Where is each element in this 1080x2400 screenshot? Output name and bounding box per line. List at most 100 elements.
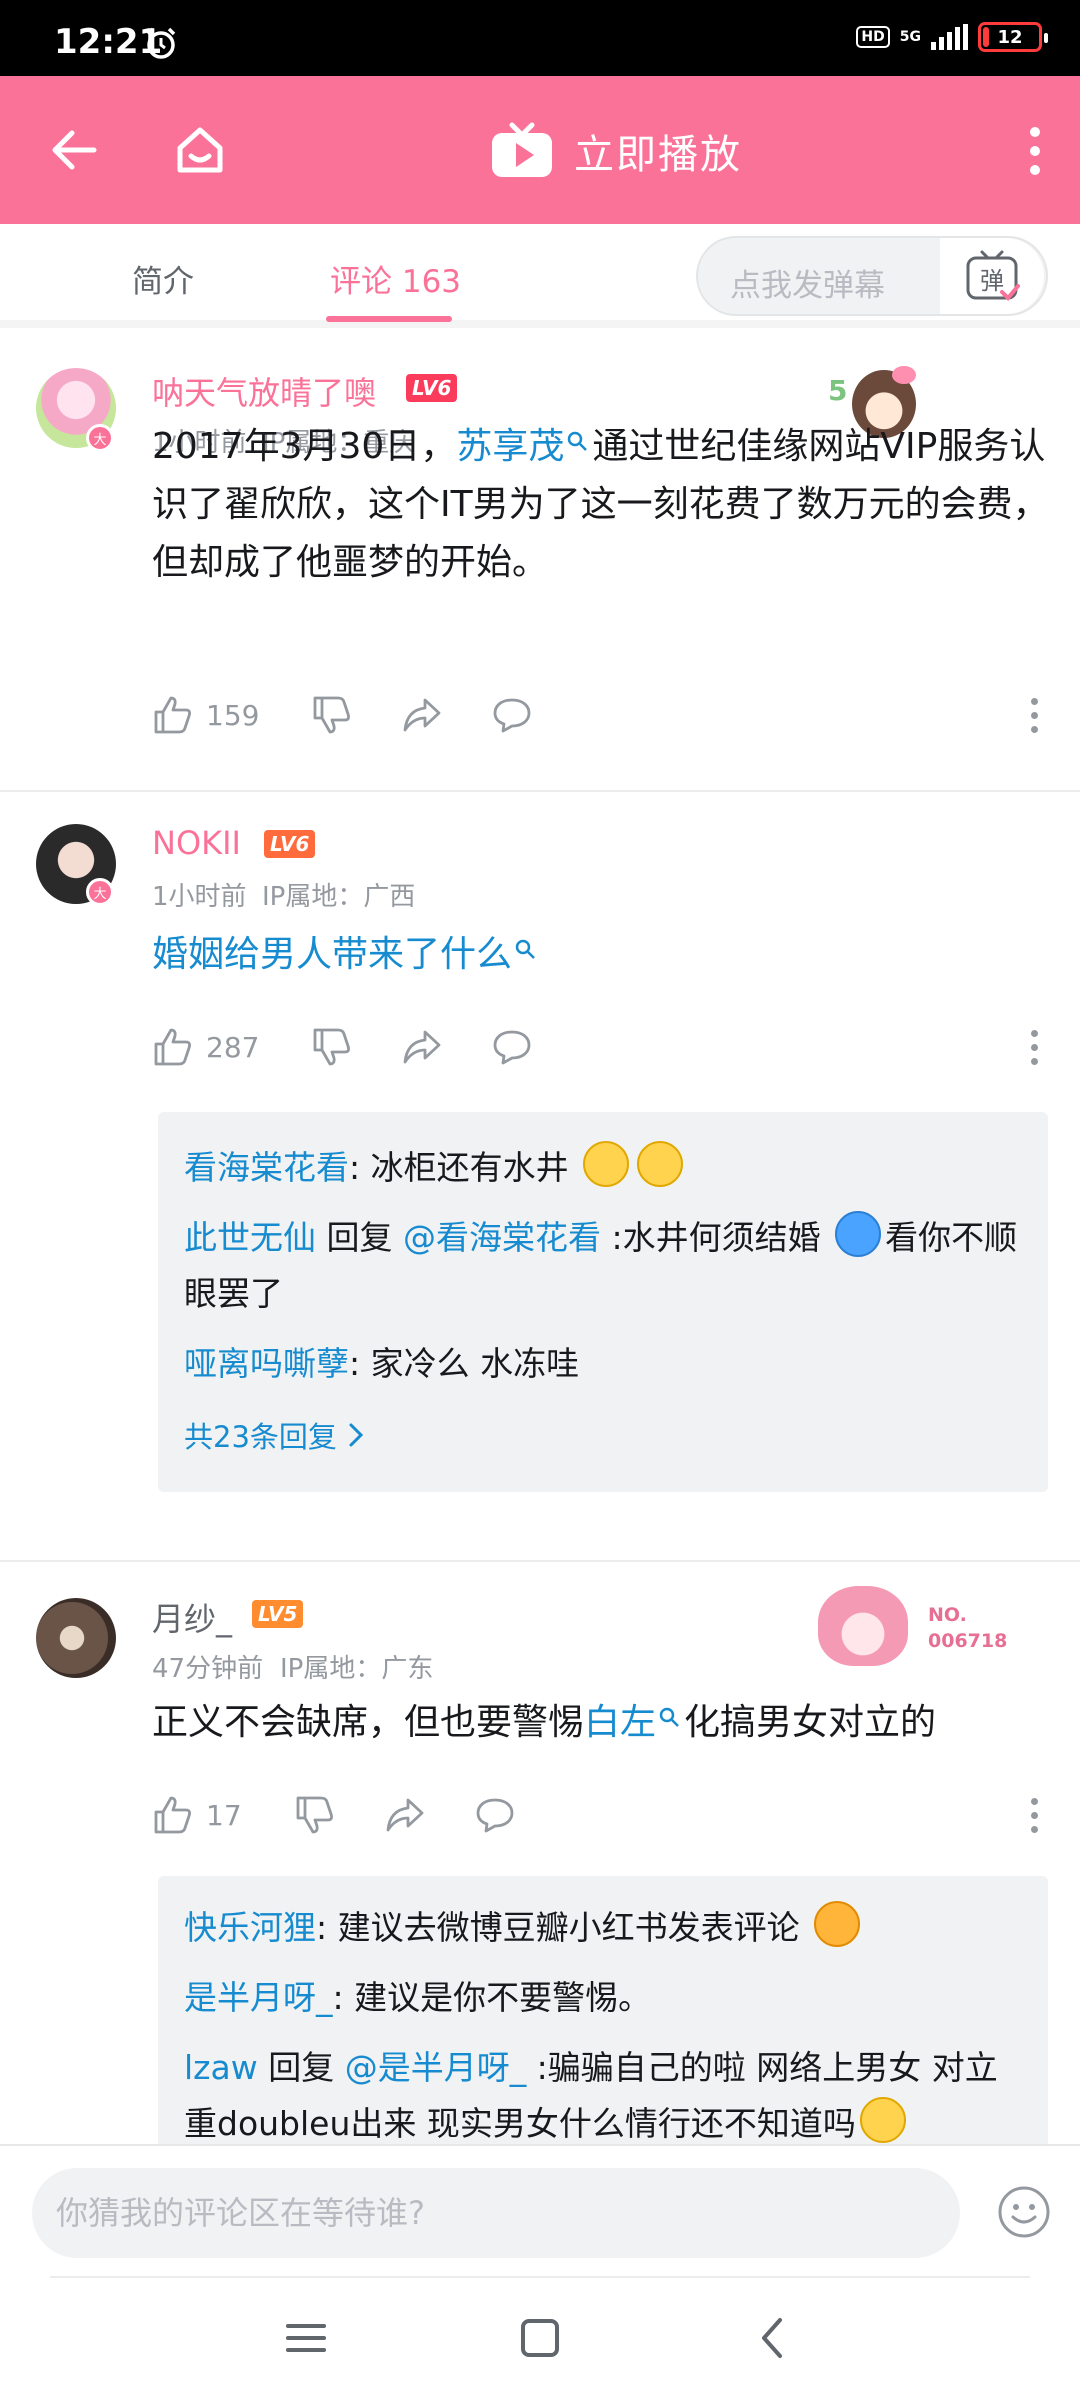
reply-item: 是半月呀_: 建议是你不要警惕。	[184, 1970, 1024, 2026]
system-nav-bar	[0, 2276, 1080, 2400]
tv-play-icon	[492, 122, 552, 177]
dislike-button[interactable]	[311, 1026, 353, 1068]
danmaku-toggle-icon[interactable]: 弹	[940, 238, 1044, 314]
comment-input[interactable]	[32, 2168, 960, 2258]
comment-feed[interactable]: 大 呐天气放晴了噢 LV6 1小时前 IP属地：重庆 5 2017年3月30日，…	[0, 328, 1080, 2144]
app-header: 立即播放	[0, 76, 1080, 224]
reply-username[interactable]: lzaw	[184, 2048, 258, 2087]
search-link[interactable]: 白左	[584, 1702, 656, 1743]
level-badge: LV6	[406, 374, 458, 402]
battery-percent: 12	[997, 26, 1023, 48]
hd-icon: HD	[856, 26, 890, 48]
dizzy-face-emoji	[583, 1141, 630, 1187]
like-count: 17	[206, 1798, 242, 1832]
share-icon	[404, 1030, 441, 1064]
reply-button[interactable]	[474, 1794, 516, 1836]
comment-more-icon[interactable]	[1024, 1790, 1044, 1840]
pendant-number: 5	[828, 374, 848, 407]
search-link[interactable]: 婚姻给男人带来了什么	[152, 934, 512, 975]
thumbs-down-icon	[314, 1028, 351, 1066]
emoji-icon[interactable]	[994, 2182, 1054, 2242]
reply-item: 快乐河狸: 建议去微博豆瓣小红书发表评论	[184, 1900, 1024, 1956]
home-square-icon[interactable]	[510, 2308, 570, 2368]
fan-badge-pendant: NO. 006718	[810, 1582, 1040, 1672]
username[interactable]: NOKII	[152, 824, 241, 862]
back-arrow-icon[interactable]	[44, 120, 104, 180]
comment-item: 大 呐天气放晴了噢 LV6 1小时前 IP属地：重庆 5 2017年3月30日，…	[0, 328, 1080, 788]
like-button[interactable]: 159	[152, 694, 259, 736]
chat-bubble-icon	[494, 1030, 531, 1065]
reply-target[interactable]: @看海棠花看	[403, 1218, 601, 1257]
battery-icon: 12	[978, 22, 1048, 52]
avatar[interactable]	[36, 1598, 116, 1678]
reply-item: 看海棠花看: 冰柜还有水井	[184, 1140, 1024, 1196]
text-segment: 化搞男女对立的	[684, 1702, 937, 1743]
reply-count-label: 共23条回复	[184, 1420, 337, 1454]
reply-username[interactable]: 快乐河狸	[184, 1908, 316, 1947]
reply-text: : 建议是你不要警惕。	[332, 1978, 652, 2017]
search-icon	[568, 431, 588, 451]
network-type: 5G	[899, 29, 921, 45]
like-button[interactable]: 287	[152, 1026, 259, 1068]
dislike-button[interactable]	[311, 694, 353, 736]
search-link[interactable]: 苏享茂	[456, 426, 564, 467]
play-now-button[interactable]: 立即播放	[490, 116, 742, 186]
play-now-label: 立即播放	[574, 132, 742, 178]
username[interactable]: 月纱_	[152, 1594, 232, 1640]
reply-button[interactable]	[491, 1026, 533, 1068]
share-icon	[386, 1798, 424, 1832]
level-badge: LV6	[264, 830, 316, 858]
thumbs-down-icon	[314, 696, 351, 734]
grin-emoji	[835, 1211, 882, 1257]
chevron-right-icon	[349, 1423, 364, 1447]
thumbs-up-icon	[154, 1028, 191, 1066]
tab-comments[interactable]: 评论 163	[330, 256, 461, 301]
comment-more-icon[interactable]	[1024, 690, 1044, 740]
reply-username[interactable]: 看海棠花看	[184, 1148, 349, 1187]
like-button[interactable]: 17	[152, 1794, 242, 1836]
reply-username[interactable]: 此世无仙	[184, 1218, 316, 1257]
reply-target[interactable]: @是半月呀_	[345, 2048, 527, 2087]
view-all-replies-link[interactable]: 共23条回复	[184, 1414, 365, 1456]
ip-location: IP属地：广西	[262, 882, 416, 912]
comment-actions: 287	[152, 1022, 533, 1072]
thumbs-up-icon	[154, 1796, 191, 1834]
reply-item: 哑离吗嘶孽: 家冷么 水冻哇	[184, 1336, 1024, 1392]
search-icon	[515, 939, 535, 959]
username[interactable]: 呐天气放晴了噢	[152, 368, 376, 414]
reply-preview[interactable]: 看海棠花看: 冰柜还有水井 此世无仙 回复 @看海棠花看 :水井何须结婚 看你不…	[158, 1112, 1048, 1492]
share-button[interactable]	[401, 694, 443, 736]
ip-location: IP属地：广东	[280, 1654, 434, 1684]
back-chevron-icon[interactable]	[744, 2308, 804, 2368]
share-button[interactable]	[401, 1026, 443, 1068]
comment-time: 1小时前	[152, 882, 247, 912]
share-icon	[404, 698, 441, 732]
reply-text: : 建议去微博豆瓣小红书发表评论	[316, 1908, 800, 1947]
danmaku-input[interactable]: 点我发弹幕 弹	[696, 236, 1048, 316]
share-button[interactable]	[384, 1794, 426, 1836]
reply-text: : 冰柜还有水井	[349, 1148, 569, 1187]
comment-item: 月纱_ LV5 47分钟前 IP属地：广东 NO. 006718 正义不会缺席，…	[0, 1562, 1080, 2144]
reply-text: :水井何须结婚	[600, 1218, 821, 1257]
reply-word: 回复	[257, 2048, 345, 2087]
status-bar: 12:21 HD 5G 12	[0, 0, 1080, 76]
tab-bar: 简介 评论 163 点我发弹幕 弹	[0, 224, 1080, 328]
reply-username[interactable]: 是半月呀_	[184, 1978, 333, 2017]
alarm-icon	[146, 27, 176, 59]
signal-icon	[931, 24, 968, 50]
danmaku-placeholder: 点我发弹幕	[730, 268, 885, 304]
reply-username[interactable]: 哑离吗嘶孽	[184, 1344, 349, 1383]
dislike-button[interactable]	[294, 1794, 336, 1836]
reply-word: 回复	[316, 1218, 403, 1257]
comment-more-icon[interactable]	[1024, 1022, 1044, 1072]
more-options-icon[interactable]	[1010, 116, 1060, 186]
fan-badge-number: 006718	[928, 1630, 1008, 1652]
reply-preview[interactable]: 快乐河狸: 建议去微博豆瓣小红书发表评论 是半月呀_: 建议是你不要警惕。 lz…	[158, 1876, 1048, 2144]
fan-badge-no: NO.	[928, 1604, 967, 1626]
tab-intro[interactable]: 简介	[132, 256, 194, 301]
comment-composer	[0, 2144, 1080, 2276]
search-icon	[659, 1707, 679, 1727]
home-icon[interactable]	[168, 118, 232, 182]
menu-icon[interactable]	[276, 2308, 336, 2368]
reply-button[interactable]	[491, 694, 533, 736]
